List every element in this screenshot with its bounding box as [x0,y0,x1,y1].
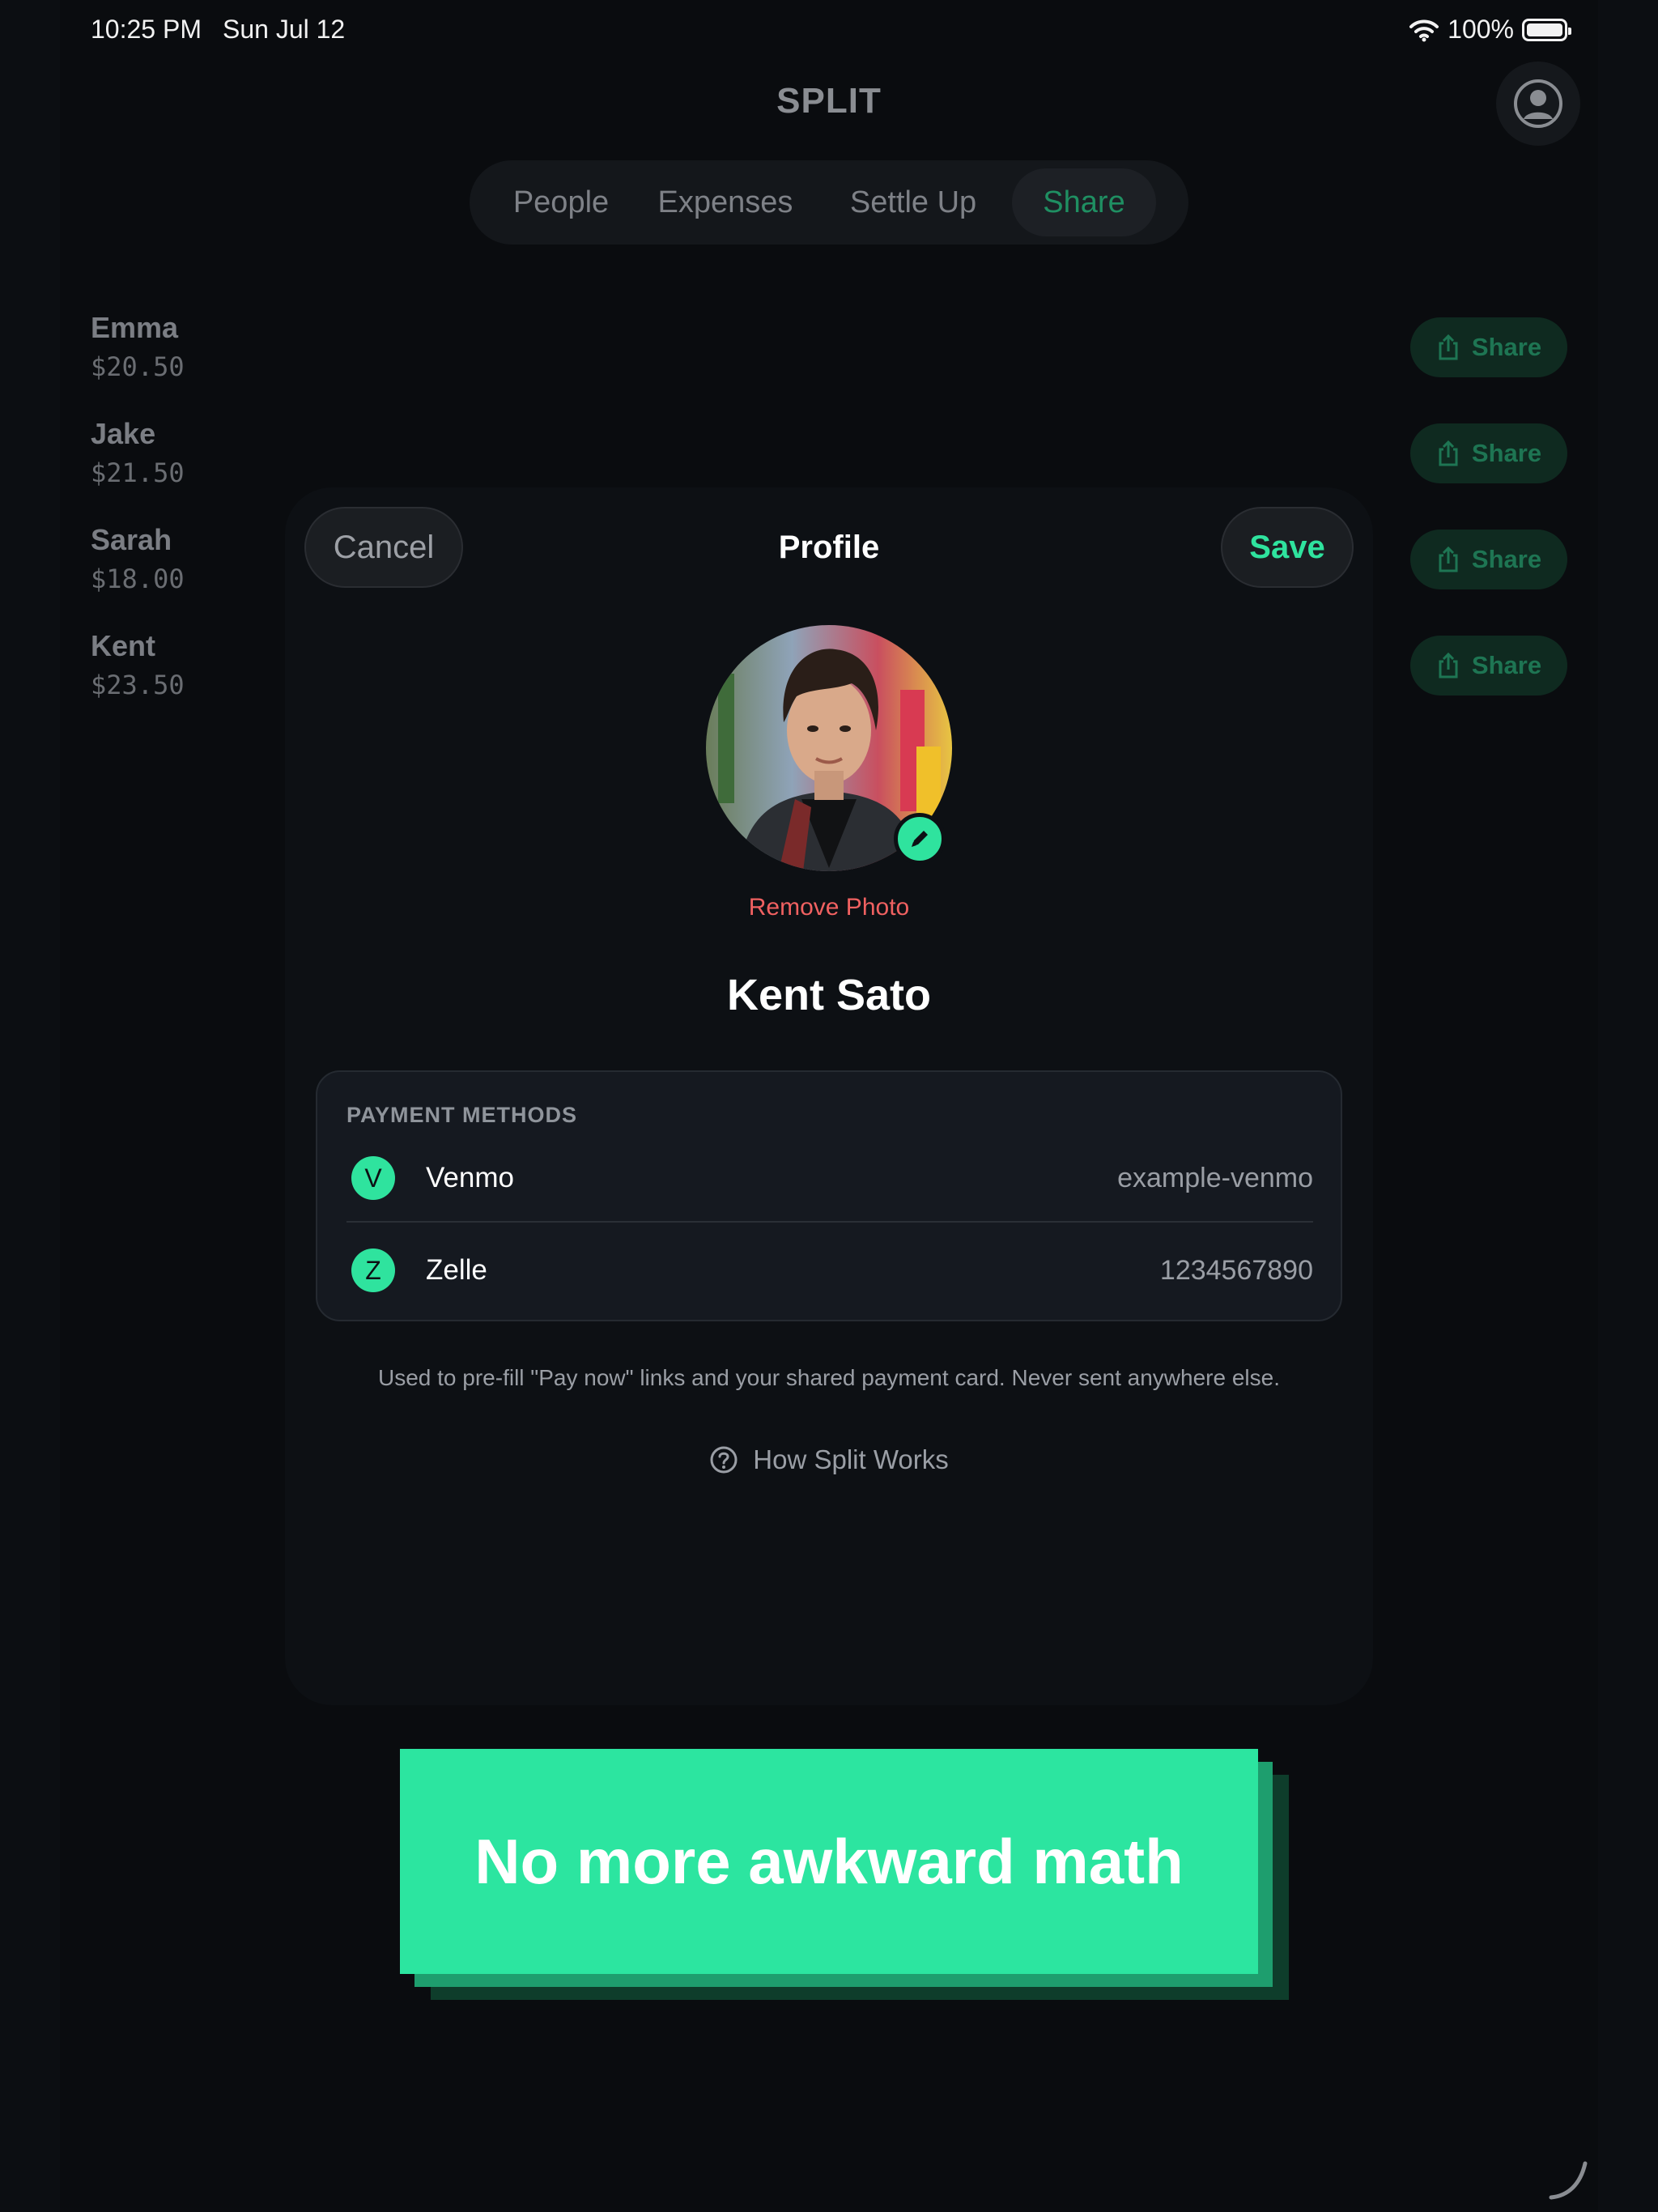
share-button-sarah[interactable]: Share [1410,530,1567,589]
share-label: Share [1471,333,1542,361]
left-bezel [0,0,60,2212]
profile-name[interactable]: Kent Sato [285,970,1373,1020]
person-row-kent: Kent $23.50 [91,629,185,700]
divider [346,1221,1313,1223]
payment-method-value[interactable]: 1234567890 [1160,1255,1313,1287]
person-row-emma: Emma $20.50 [91,311,185,382]
share-label: Share [1471,545,1542,573]
tab-people[interactable]: People [486,168,636,236]
person-row-jake: Jake $21.50 [91,417,185,488]
profile-sheet: Cancel Profile Save Remove Photo Kent Sa… [285,487,1373,1705]
payment-footnote: Used to pre-fill "Pay now" links and you… [378,1365,1280,1390]
person-amount: $18.00 [91,564,185,594]
share-icon [1439,652,1458,678]
pencil-icon [912,831,928,847]
venmo-icon: V [351,1156,395,1200]
right-bezel [1598,0,1658,2212]
tab-bar: People Expenses Settle Up Share [470,160,1188,245]
battery-percent: 100% [1448,15,1514,44]
status-date: Sun Jul 12 [223,15,346,44]
status-time: 10:25 PM [91,15,202,44]
tab-settle-up[interactable]: Settle Up [814,168,1012,236]
payment-method-zelle[interactable]: Z Zelle 1234567890 [346,1226,1313,1315]
app-title: SPLIT [776,81,882,121]
remove-photo-button[interactable]: Remove Photo [285,894,1373,921]
person-name: Jake [91,417,156,450]
person-name: Kent [91,629,155,662]
person-name: Sarah [91,523,172,556]
share-icon [1439,334,1458,360]
promo-banner-text: No more awkward math [474,1825,1184,1897]
share-icon [1439,440,1458,466]
sheet-title: Profile [778,530,880,565]
tab-expenses[interactable]: Expenses [636,168,814,236]
person-amount: $21.50 [91,457,185,488]
payment-methods-card: PAYMENT METHODS V Venmo example-venmo Z … [316,1070,1342,1321]
person-row-sarah: Sarah $18.00 [91,523,185,594]
status-bar: 10:25 PM Sun Jul 12 100% [91,15,1571,47]
share-label: Share [1471,651,1542,679]
status-right: 100% [1409,15,1571,45]
person-name: Emma [91,311,179,344]
payment-methods-heading: PAYMENT METHODS [346,1103,578,1127]
battery-icon [1522,18,1571,41]
share-label: Share [1471,439,1542,467]
profile-button[interactable] [1496,62,1580,146]
resize-handle-icon [1549,2161,1588,2200]
share-button-jake[interactable]: Share [1410,423,1567,483]
payment-method-name: Zelle [426,1254,487,1286]
person-circle-icon [1514,79,1562,128]
how-split-works-link[interactable]: How Split Works [285,1444,1373,1475]
help-circle-icon [710,1446,738,1474]
wifi-icon [1409,19,1439,41]
share-icon [1439,546,1458,572]
payment-method-venmo[interactable]: V Venmo example-venmo [346,1134,1313,1223]
save-button[interactable]: Save [1221,507,1354,588]
promo-banner: No more awkward math [400,1749,1258,1974]
how-split-works-label: How Split Works [753,1444,949,1474]
edit-photo-button[interactable] [894,813,946,865]
payment-method-name: Venmo [426,1162,514,1193]
tab-share[interactable]: Share [1012,168,1156,236]
person-amount: $20.50 [91,351,185,382]
share-button-kent[interactable]: Share [1410,636,1567,696]
person-amount: $23.50 [91,670,185,700]
payment-method-value[interactable]: example-venmo [1117,1163,1313,1194]
zelle-icon: Z [351,1249,395,1292]
share-button-emma[interactable]: Share [1410,317,1567,377]
